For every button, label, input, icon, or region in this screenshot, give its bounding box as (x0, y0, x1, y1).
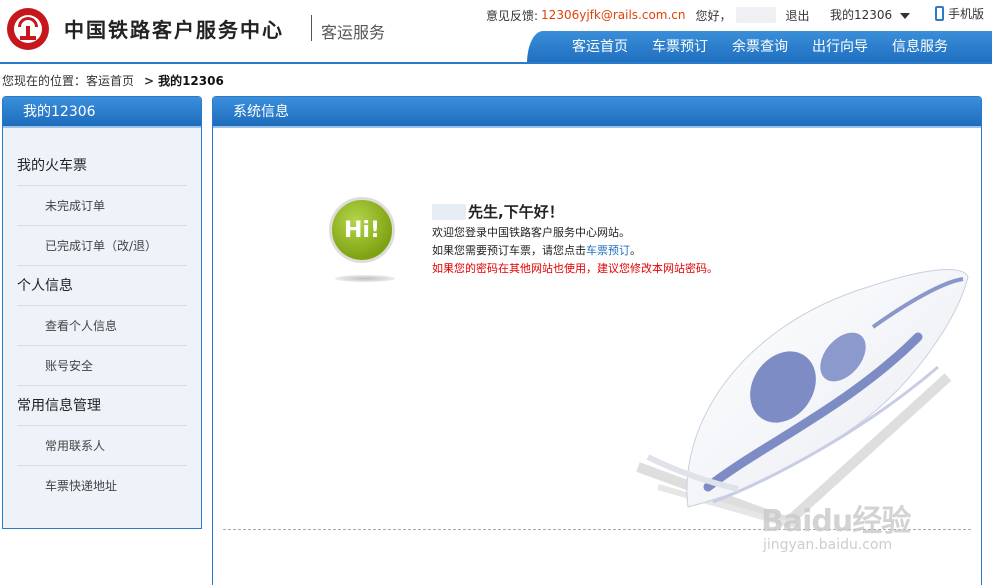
phone-icon (935, 6, 944, 21)
sidebar-item-view-personal-info[interactable]: 查看个人信息 (17, 306, 187, 346)
logout-link[interactable]: 退出 (786, 7, 810, 24)
sidebar-item-unfinished-orders[interactable]: 未完成订单 (17, 186, 187, 226)
breadcrumb-prefix[interactable]: 您现在的位置：客运首页 (2, 74, 134, 88)
feedback-email-link[interactable]: 12306yjfk@rails.com.cn (541, 8, 685, 22)
sidebar-item-contacts[interactable]: 常用联系人 (17, 426, 187, 466)
nav-item-remaining-tickets[interactable]: 余票查询 (732, 31, 788, 63)
site-subtitle: 客运服务 (321, 23, 386, 42)
sidebar-group-my-tickets: 我的火车票 (17, 146, 187, 186)
nav-item-info-service[interactable]: 信息服务 (892, 31, 948, 63)
feedback-label: 意见反馈: (486, 8, 539, 23)
hello-line: 先生,下午好！ (432, 201, 718, 222)
booking-hint-prefix: 如果您需要预订车票，请您点击 (432, 244, 586, 257)
site-name: 中国铁路客户服务中心 (64, 18, 284, 42)
nav-item-travel-guide[interactable]: 出行向导 (812, 31, 868, 63)
breadcrumb-separator: > (144, 74, 155, 88)
hi-text: Hi! (344, 217, 380, 243)
greeting-text: 您好， (695, 8, 732, 23)
main-nav: 客运首页 车票预订 余票查询 出行向导 信息服务 (527, 31, 992, 63)
sidebar-title: 我的12306 (3, 97, 201, 128)
hello-text: 先生,下午好！ (468, 203, 564, 221)
train-illustration-icon (636, 269, 969, 527)
booking-link[interactable]: 车票预订 (586, 244, 630, 257)
system-info-title: 系统信息 (213, 97, 981, 128)
masked-username (735, 7, 776, 23)
sidebar-item-account-security[interactable]: 账号安全 (17, 346, 187, 386)
railway-logo-icon[interactable] (5, 6, 51, 52)
watermark: Baidu经验 jingyan.baidu.com (757, 493, 989, 565)
sidebar-group-common-info: 常用信息管理 (17, 386, 187, 426)
top-links: 意见反馈: 12306yjfk@rails.com.cn 您好， 退出 (486, 6, 810, 24)
watermark-sub: jingyan.baidu.com (763, 537, 893, 553)
sidebar-menu: 我的火车票 未完成订单 已完成订单（改/退） 个人信息 查看个人信息 账号安全 … (3, 128, 201, 506)
sidebar: 我的12306 我的火车票 未完成订单 已完成订单（改/退） 个人信息 查看个人… (2, 96, 202, 529)
caret-down-icon (900, 12, 911, 19)
mobile-label: 手机版 (948, 7, 985, 21)
site-divider (311, 15, 312, 41)
breadcrumb-current: 我的12306 (158, 74, 224, 88)
my12306-label: 我的12306 (830, 8, 893, 22)
nav-item-home[interactable]: 客运首页 (572, 31, 628, 63)
hi-badge: Hi! (329, 197, 395, 263)
watermark-main: Baidu经验 (761, 504, 911, 539)
sidebar-item-delivery-address[interactable]: 车票快递地址 (17, 466, 187, 506)
page: 中国铁路客户服务中心 客运服务 意见反馈: 12306yjfk@rails.co… (0, 0, 992, 585)
masked-name (432, 203, 466, 220)
welcome-line: 欢迎您登录中国铁路客户服务中心网站。 (432, 226, 630, 239)
my12306-dropdown[interactable]: 我的12306 (830, 6, 911, 23)
sidebar-item-finished-orders[interactable]: 已完成订单（改/退） (17, 226, 187, 266)
breadcrumb: 您现在的位置：客运首页 > 我的12306 (2, 72, 224, 89)
hi-badge-icon: Hi! (329, 197, 399, 287)
nav-item-booking[interactable]: 车票预订 (652, 31, 708, 63)
mobile-version-link[interactable]: 手机版 (935, 5, 984, 22)
header: 中国铁路客户服务中心 客运服务 意见反馈: 12306yjfk@rails.co… (0, 0, 992, 64)
booking-hint-suffix: 。 (630, 244, 641, 257)
header-divider (0, 62, 992, 64)
sidebar-group-personal-info: 个人信息 (17, 266, 187, 306)
hi-shadow (335, 275, 395, 282)
